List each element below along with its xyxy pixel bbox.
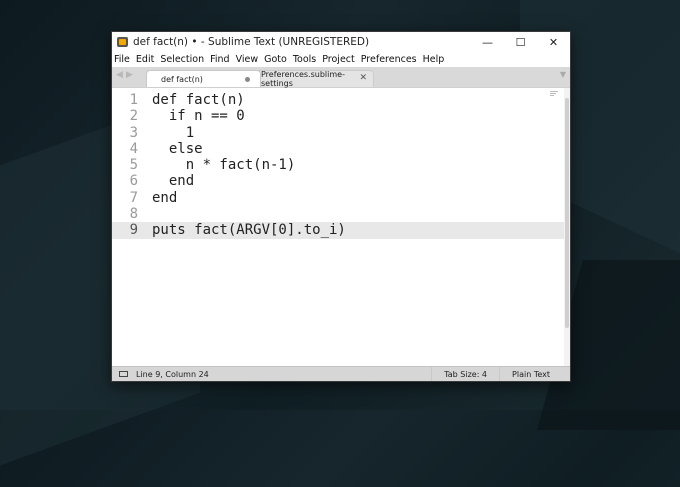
menu-goto[interactable]: Goto xyxy=(261,54,290,65)
code-text: n * fact(n-1) xyxy=(152,157,296,174)
menu-preferences[interactable]: Preferences xyxy=(358,54,420,65)
scrollbar-thumb[interactable] xyxy=(565,98,569,328)
tab-label: Preferences.sublime-settings xyxy=(261,70,345,88)
tab-preferences[interactable]: Preferences.sublime-settings ✕ xyxy=(252,70,374,88)
tab-size-label: Tab Size: 4 xyxy=(444,369,488,379)
menu-bar: File Edit Selection Find View Goto Tools… xyxy=(112,52,570,67)
code-text: else xyxy=(152,140,203,157)
tab-label: def fact(n) xyxy=(161,74,203,84)
close-button[interactable]: ✕ xyxy=(537,32,570,52)
tab-def-fact[interactable]: def fact(n) xyxy=(146,70,261,87)
tab-next-icon[interactable]: ▶ xyxy=(126,70,133,80)
tab-bar: ◀ ▶ Preferences.sublime-settings ✕ def f… xyxy=(112,67,570,88)
code-text: if n == 0 xyxy=(152,108,245,125)
menu-selection[interactable]: Selection xyxy=(157,54,207,65)
code-line: 7 end xyxy=(112,190,564,206)
menu-project[interactable]: Project xyxy=(319,54,358,65)
code-line: 5 n * fact(n-1) xyxy=(112,157,564,173)
minimap[interactable] xyxy=(550,90,562,100)
tab-size-button[interactable]: Tab Size: 4 xyxy=(431,367,499,381)
cursor-position: Line 9, Column 24 xyxy=(136,369,209,379)
menu-file[interactable]: File xyxy=(112,54,133,65)
maximize-icon: ☐ xyxy=(515,35,526,49)
syntax-button[interactable]: Plain Text xyxy=(499,367,570,381)
minimize-icon: — xyxy=(482,35,493,49)
line-number: 3 xyxy=(129,124,138,141)
line-number: 2 xyxy=(129,108,138,125)
line-number: 5 xyxy=(129,157,138,174)
tab-dropdown-icon[interactable]: ▼ xyxy=(560,70,566,79)
sublime-window: def fact(n) • - Sublime Text (UNREGISTER… xyxy=(111,31,571,382)
menu-view[interactable]: View xyxy=(233,54,262,65)
unsaved-dot-icon[interactable] xyxy=(245,77,250,82)
code-line: 2 if n == 0 xyxy=(112,108,564,124)
title-bar[interactable]: def fact(n) • - Sublime Text (UNREGISTER… xyxy=(112,32,570,52)
line-number: 8 xyxy=(129,206,138,223)
code-line: 8 xyxy=(112,206,564,222)
code-text: end xyxy=(152,173,195,190)
panel-toggle-icon[interactable] xyxy=(119,371,128,377)
close-icon: ✕ xyxy=(548,35,559,49)
code-line: 1 def fact(n) xyxy=(112,92,564,108)
window-title: def fact(n) • - Sublime Text (UNREGISTER… xyxy=(133,36,370,48)
menu-help[interactable]: Help xyxy=(420,54,448,65)
code-line: 3 1 xyxy=(112,125,564,141)
minimize-button[interactable]: — xyxy=(471,32,504,52)
line-number: 6 xyxy=(129,173,138,190)
code-text: 1 xyxy=(152,124,195,141)
menu-edit[interactable]: Edit xyxy=(133,54,157,65)
code-lines: 1 def fact(n) 2 if n == 0 3 1 4 else 5 n … xyxy=(112,92,564,239)
line-number: 1 xyxy=(129,92,138,108)
sublime-app-icon xyxy=(117,37,128,47)
code-line: 4 else xyxy=(112,141,564,157)
menu-find[interactable]: Find xyxy=(207,54,232,65)
code-text: def fact(n) xyxy=(152,92,245,108)
tab-prev-icon[interactable]: ◀ xyxy=(116,70,123,80)
code-text: end xyxy=(152,189,178,206)
code-text: puts fact(ARGV[0].to_i) xyxy=(152,222,346,239)
syntax-label: Plain Text xyxy=(512,369,550,379)
line-number: 4 xyxy=(129,140,138,157)
status-bar: Line 9, Column 24 Tab Size: 4 Plain Text xyxy=(112,366,570,381)
tab-close-icon[interactable]: ✕ xyxy=(359,73,367,83)
vertical-scrollbar[interactable] xyxy=(564,88,570,367)
line-number: 9 xyxy=(129,222,138,239)
maximize-button[interactable]: ☐ xyxy=(504,32,537,52)
window-controls: — ☐ ✕ xyxy=(471,32,570,52)
code-line: 6 end xyxy=(112,173,564,189)
menu-tools[interactable]: Tools xyxy=(290,54,319,65)
line-number: 7 xyxy=(129,189,138,206)
code-editor[interactable]: 1 def fact(n) 2 if n == 0 3 1 4 else 5 n … xyxy=(112,88,564,367)
code-line-current: 9 puts fact(ARGV[0].to_i) xyxy=(112,222,564,239)
